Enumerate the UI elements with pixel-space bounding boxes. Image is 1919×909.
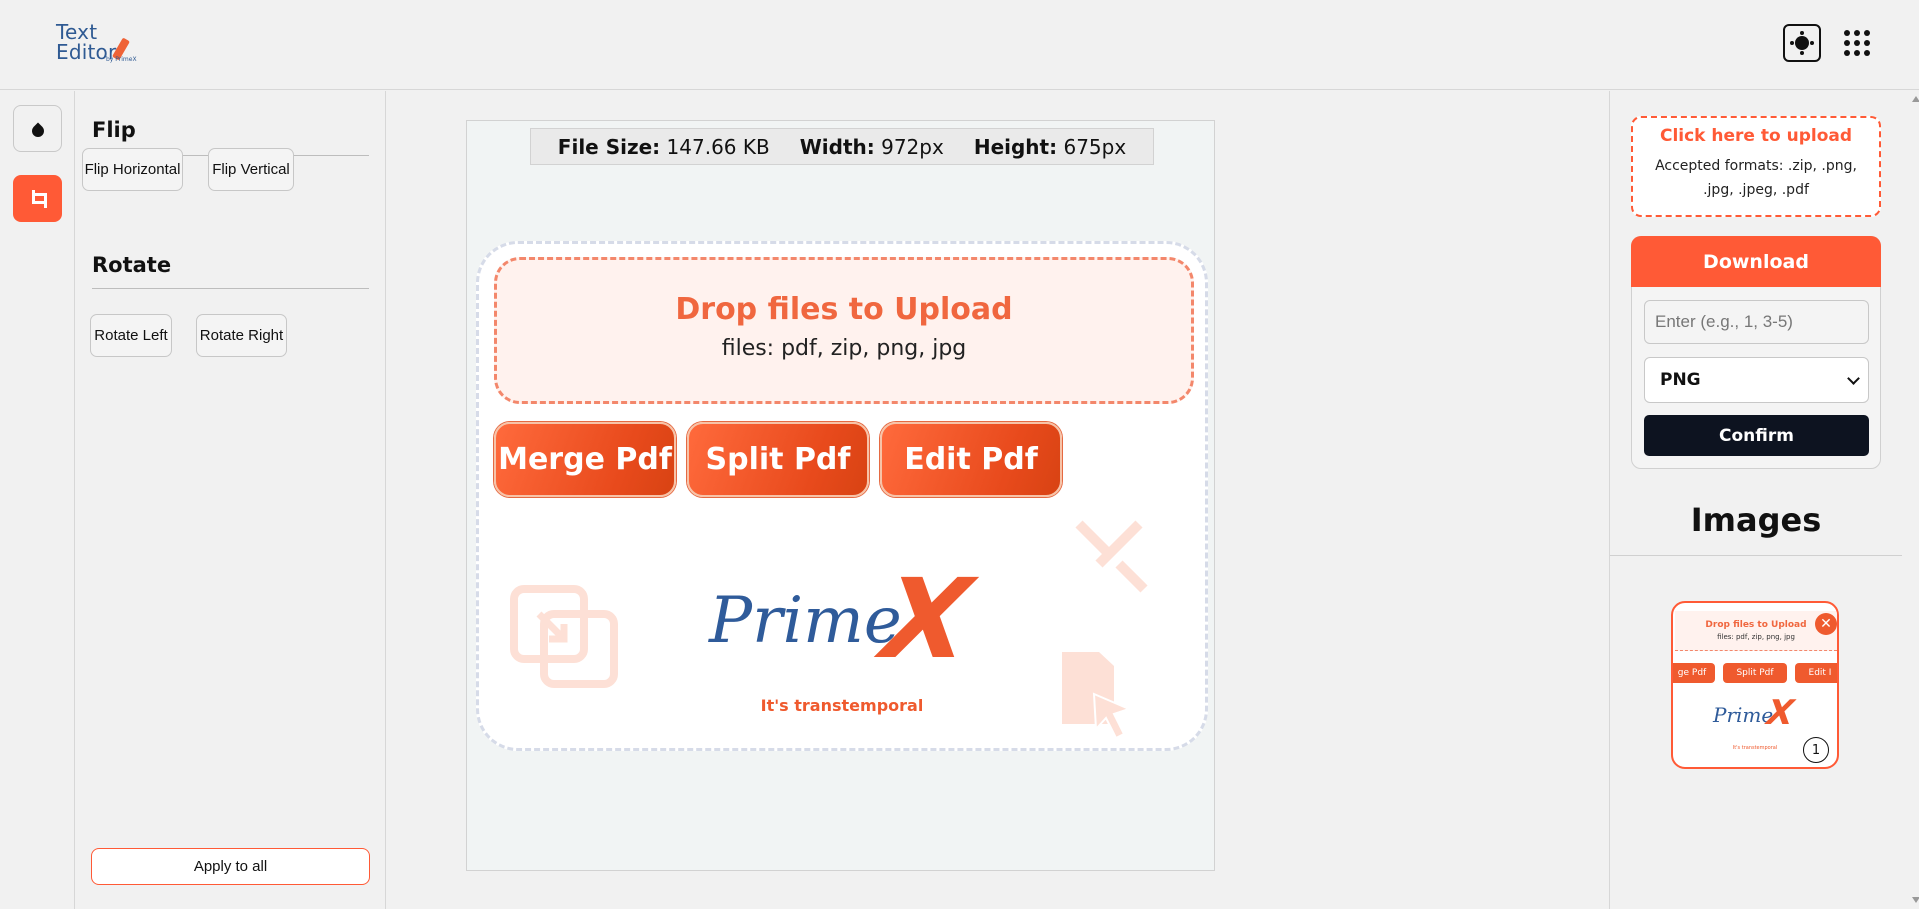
preview-drop-subtitle: files: pdf, zip, png, jpg	[721, 336, 967, 361]
preview-split-pdf: Split Pdf	[687, 422, 869, 497]
thumb-merge-pdf: ge Pdf	[1673, 663, 1715, 683]
crop-tool-button[interactable]	[13, 175, 62, 222]
app-logo[interactable]: Text Editor by PrimeX	[56, 22, 156, 70]
divider	[1610, 555, 1902, 556]
tool-rail	[0, 91, 75, 909]
transform-options-panel: Flip Flip Horizontal Flip Vertical Rotat…	[76, 91, 386, 909]
editor-canvas: File Size: 147.66 KB Width: 972px Height…	[387, 91, 1609, 909]
droplet-icon	[29, 122, 46, 139]
thumb-drop-subtitle: files: pdf, zip, png, jpg	[1717, 633, 1795, 641]
image-index-badge: 1	[1803, 737, 1829, 763]
thumb-drop-area: Drop files to Upload files: pdf, zip, pn…	[1675, 611, 1837, 651]
width-info: Width: 972px	[799, 134, 944, 159]
file-info-bar: File Size: 147.66 KB Width: 972px Height…	[530, 128, 1154, 165]
logo-byline: by PrimeX	[106, 56, 137, 63]
thumb-drop-title: Drop files to Upload	[1705, 620, 1807, 630]
download-card: Download PNG Confirm	[1631, 236, 1881, 469]
remove-image-button[interactable]: ✕	[1815, 613, 1837, 635]
format-select[interactable]: PNG	[1644, 357, 1869, 403]
thumb-split-pdf: Split Pdf	[1723, 663, 1787, 683]
images-heading: Images	[1690, 501, 1822, 539]
thumb-edit-pdf: Edit I	[1795, 663, 1837, 683]
scroll-down-arrow-icon[interactable]	[1912, 897, 1919, 903]
scroll-up-arrow-icon[interactable]	[1912, 96, 1919, 102]
rotate-right-button[interactable]: Rotate Right	[196, 314, 287, 357]
grid-dots-icon	[1844, 30, 1870, 56]
flip-horizontal-button[interactable]: Flip Horizontal	[82, 148, 183, 191]
flip-vertical-button[interactable]: Flip Vertical	[208, 148, 294, 191]
flip-section-title: Flip	[92, 118, 136, 142]
image-preview: Drop files to Upload files: pdf, zip, pn…	[476, 241, 1208, 751]
download-button[interactable]: Download	[1631, 236, 1881, 287]
export-panel: Click here to upload Accepted formats: .…	[1609, 91, 1911, 909]
height-info: Height: 675px	[973, 134, 1127, 159]
page-range-input[interactable]	[1644, 300, 1869, 344]
preview-merge-pdf: Merge Pdf	[494, 422, 676, 497]
apps-menu-button[interactable]	[1838, 24, 1876, 62]
document-cursor-icon	[1062, 652, 1132, 740]
crop-icon	[29, 189, 47, 208]
tool-icon	[1075, 520, 1148, 593]
sun-icon	[1795, 36, 1809, 50]
brand-tagline: It's transtemporal	[760, 696, 924, 715]
logo-text-line1: Text	[56, 20, 98, 44]
rotate-left-button[interactable]: Rotate Left	[90, 314, 172, 357]
file-size-info: File Size: 147.66 KB	[557, 134, 770, 159]
primex-logo: Prime X	[709, 555, 990, 684]
chevron-down-icon	[1847, 371, 1860, 385]
scrollbar[interactable]	[1911, 91, 1919, 909]
compress-icon	[510, 585, 618, 688]
image-thumbnail[interactable]: Drop files to Upload files: pdf, zip, pn…	[1671, 601, 1839, 769]
accepted-formats-text: Accepted formats: .zip, .png, .jpg, .jpe…	[1655, 158, 1857, 198]
brand-name: Prime	[709, 584, 902, 658]
preview-edit-pdf: Edit Pdf	[880, 422, 1062, 497]
color-tool-button[interactable]	[13, 105, 62, 152]
upload-title: Click here to upload	[1659, 126, 1853, 146]
format-select-value: PNG	[1660, 370, 1701, 390]
top-header: Text Editor by PrimeX	[0, 0, 1919, 90]
theme-toggle-button[interactable]	[1783, 24, 1821, 62]
rotate-section-title: Rotate	[92, 253, 172, 277]
image-frame: File Size: 147.66 KB Width: 972px Height…	[466, 120, 1215, 871]
thumb-brand-x: X	[1760, 693, 1800, 733]
apply-to-all-button[interactable]: Apply to all	[91, 848, 370, 885]
preview-drop-title: Drop files to Upload	[675, 292, 1013, 327]
preview-drop-area: Drop files to Upload files: pdf, zip, pn…	[494, 257, 1194, 404]
brand-x: X	[863, 555, 990, 683]
upload-dropzone[interactable]: Click here to upload Accepted formats: .…	[1631, 116, 1881, 217]
confirm-button[interactable]: Confirm	[1644, 415, 1869, 456]
divider	[92, 288, 369, 289]
